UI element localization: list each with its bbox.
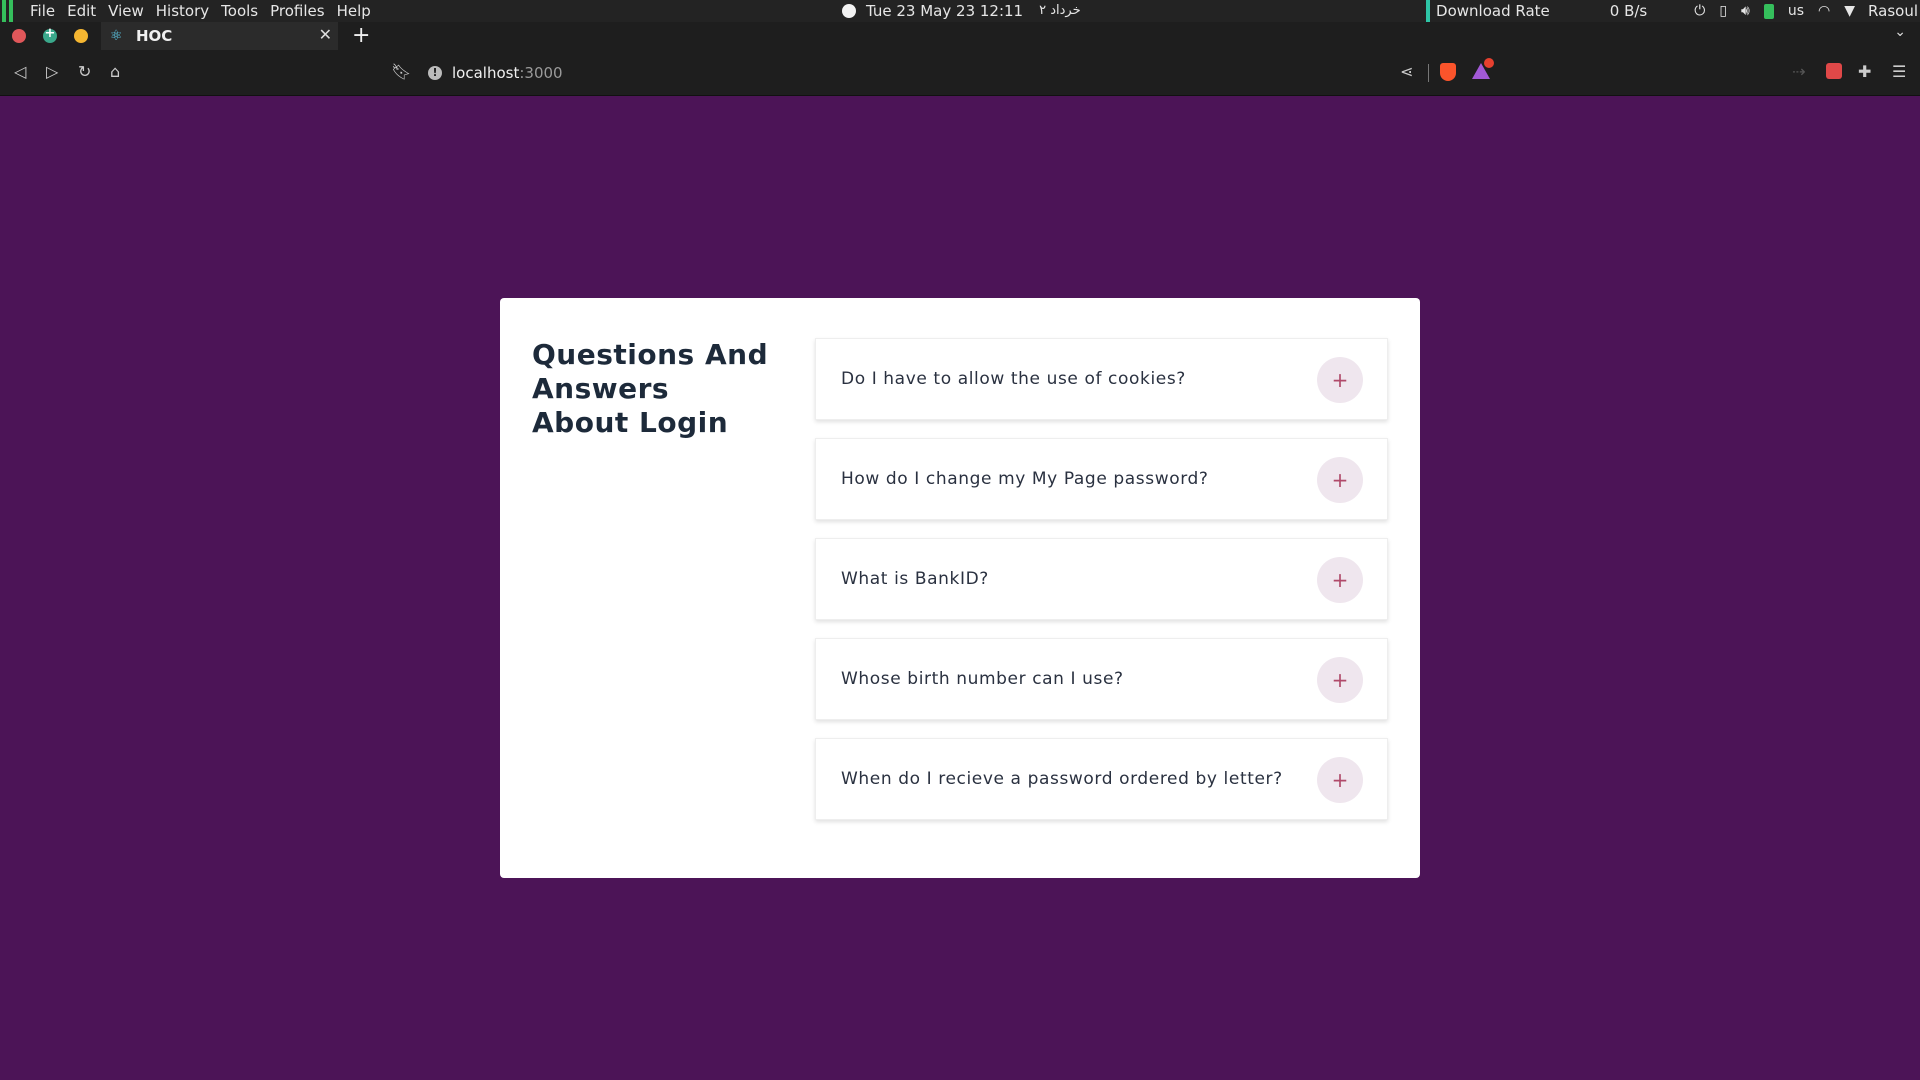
system-top-panel: File Edit View History Tools Profiles He… xyxy=(0,0,1920,22)
menu-edit[interactable]: Edit xyxy=(67,0,96,22)
menu-view[interactable]: View xyxy=(108,0,144,22)
menu-help[interactable]: Help xyxy=(337,0,371,22)
address-bar[interactable]: ! localhost :3000 xyxy=(428,61,563,85)
share-icon[interactable]: ⋖ xyxy=(1400,62,1413,81)
clock-text: Tue 23 May 23 12:11 xyxy=(866,2,1024,20)
battery-icon[interactable] xyxy=(1763,3,1774,19)
back-button[interactable]: ◁ xyxy=(14,62,26,81)
user-name[interactable]: Rasoul xyxy=(1868,0,1918,22)
faq-item[interactable]: Do I have to allow the use of cookies? + xyxy=(815,338,1388,420)
rewards-badge xyxy=(1484,58,1494,68)
menu-profiles[interactable]: Profiles xyxy=(270,0,324,22)
power-icon[interactable]: ⏻ xyxy=(1694,0,1705,22)
bookmark-icon[interactable]: 🔖︎ xyxy=(391,62,411,81)
reload-button[interactable]: ↻ xyxy=(78,62,91,81)
faq-item[interactable]: Whose birth number can I use? + xyxy=(815,638,1388,720)
expand-plus-icon[interactable]: + xyxy=(1317,657,1363,703)
tab-list-chevron-icon[interactable]: ⌄ xyxy=(1894,24,1906,40)
expand-plus-icon[interactable]: + xyxy=(1317,357,1363,403)
tab-close-icon[interactable]: ✕ xyxy=(319,25,332,44)
url-host: localhost xyxy=(452,64,520,82)
faq-list: Do I have to allow the use of cookies? +… xyxy=(815,338,1388,838)
download-rate-value: 0 B/s xyxy=(1609,2,1648,20)
url-port: :3000 xyxy=(519,64,563,82)
faq-question: When do I recieve a password ordered by … xyxy=(841,769,1283,789)
main-menu-icon[interactable]: ☰ xyxy=(1892,62,1906,81)
faq-question: Whose birth number can I use? xyxy=(841,669,1124,689)
window-close-button[interactable] xyxy=(12,29,26,43)
persian-date: ۲ خرداد xyxy=(1039,3,1081,18)
keyboard-layout[interactable]: us xyxy=(1788,0,1804,22)
faq-question: Do I have to allow the use of cookies? xyxy=(841,369,1186,389)
toolbar-divider xyxy=(1428,64,1429,82)
wifi-icon[interactable]: ◠ xyxy=(1818,0,1830,22)
menu-tools[interactable]: Tools xyxy=(221,0,258,22)
faq-question: How do I change my My Page password? xyxy=(841,469,1209,489)
tab-title: HOC xyxy=(136,27,173,45)
react-favicon-icon: ⚛ xyxy=(109,28,123,44)
menu-history[interactable]: History xyxy=(156,0,209,22)
window-minimize-button[interactable] xyxy=(74,29,88,43)
faq-card: Questions And Answers About Login Do I h… xyxy=(500,298,1420,878)
expand-plus-icon[interactable]: + xyxy=(1317,457,1363,503)
user-menu-arrow-icon[interactable]: ▼ xyxy=(1844,0,1855,22)
sync-icon[interactable]: ⇢ xyxy=(1792,62,1805,81)
forward-button[interactable]: ▷ xyxy=(46,62,58,81)
download-rate-widget[interactable]: Download Rate 0 B/s xyxy=(1426,0,1647,22)
faq-item[interactable]: How do I change my My Page password? + xyxy=(815,438,1388,520)
browser-tab-bar: ⚛ HOC ✕ + ⌄ xyxy=(0,22,1920,50)
expand-plus-icon[interactable]: + xyxy=(1317,557,1363,603)
clock[interactable]: Tue 23 May 23 12:11 ۲ خرداد xyxy=(842,0,1081,22)
distro-logo-icon[interactable] xyxy=(0,0,16,22)
download-rate-label: Download Rate xyxy=(1436,2,1550,20)
faq-question: What is BankID? xyxy=(841,569,989,589)
brave-shields-icon[interactable] xyxy=(1440,63,1456,81)
menu-file[interactable]: File xyxy=(30,0,55,22)
home-button[interactable]: ⌂ xyxy=(110,62,120,81)
faq-title: Questions And Answers About Login xyxy=(532,338,769,439)
clipboard-icon[interactable]: ▯ xyxy=(1719,0,1727,22)
faq-item[interactable]: When do I recieve a password ordered by … xyxy=(815,738,1388,820)
window-maximize-button[interactable] xyxy=(43,26,57,43)
browser-toolbar: ◁ ▷ ↻ ⌂ 🔖︎ ! localhost :3000 ⋖ ⇢ ✚ ☰ xyxy=(0,50,1920,96)
expand-plus-icon[interactable]: + xyxy=(1317,757,1363,803)
new-tab-button[interactable]: + xyxy=(352,23,370,48)
site-info-icon[interactable]: ! xyxy=(428,66,442,80)
faq-item[interactable]: What is BankID? + xyxy=(815,538,1388,620)
tab-hoc[interactable]: ⚛ HOC ✕ xyxy=(101,22,338,50)
extension-icon[interactable] xyxy=(1826,63,1842,79)
volume-icon[interactable]: 🔊︎ xyxy=(1741,0,1750,22)
extensions-puzzle-icon[interactable]: ✚ xyxy=(1858,62,1871,81)
system-tray: Download Rate 0 B/s ⏻ ▯ 🔊︎ us ◠ ▼ Rasoul xyxy=(1426,0,1920,22)
weather-icon xyxy=(842,4,856,18)
